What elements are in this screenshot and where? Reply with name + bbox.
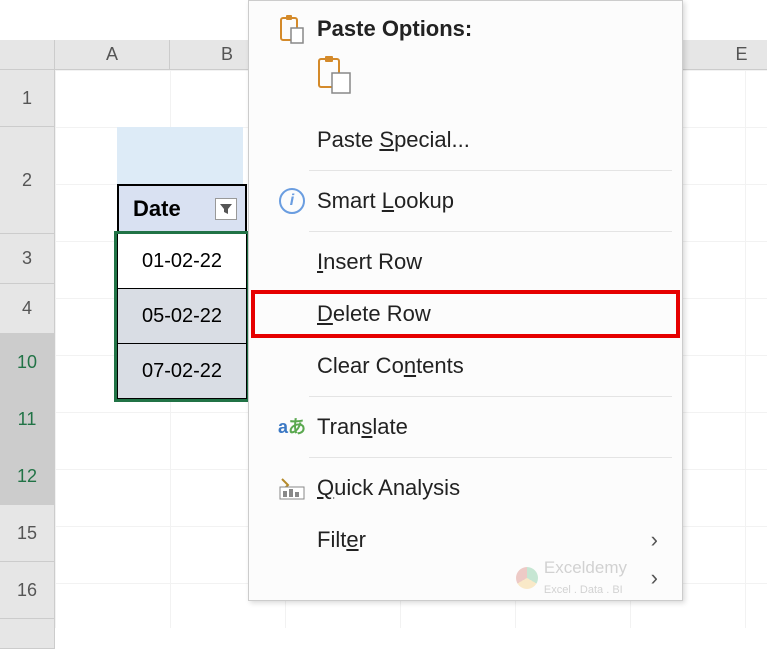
- menu-quick-analysis[interactable]: Quick Analysis: [249, 462, 682, 514]
- menu-label: Filter: [317, 527, 366, 553]
- table-row[interactable]: 07-02-22: [117, 344, 247, 399]
- row-header-1[interactable]: 1: [0, 70, 55, 127]
- table-header-label: Date: [133, 196, 181, 222]
- row-header-12[interactable]: 12: [0, 448, 55, 505]
- menu-smart-lookup[interactable]: Smart Lookup: [249, 175, 682, 227]
- row-header-16[interactable]: 16: [0, 562, 55, 619]
- col-header-e[interactable]: E: [682, 40, 767, 70]
- quick-analysis-icon: [267, 475, 317, 501]
- clipboard-icon: [267, 14, 317, 44]
- paste-options-label: Paste Options:: [317, 16, 472, 42]
- smart-lookup-icon: [267, 188, 317, 214]
- watermark-line1: Exceldemy: [544, 558, 627, 577]
- menu-delete-row[interactable]: Delete Row: [249, 288, 682, 340]
- select-all-corner[interactable]: [0, 40, 55, 70]
- context-menu: Paste Options: Paste Special... Smart Lo…: [248, 0, 683, 601]
- menu-separator: [309, 396, 672, 397]
- row-header-10[interactable]: 10: [0, 334, 55, 391]
- menu-label: Clear Contents: [317, 353, 464, 379]
- chevron-right-icon: ›: [651, 565, 658, 591]
- menu-label: Delete Row: [317, 301, 431, 327]
- menu-separator: [309, 457, 672, 458]
- row-header-next[interactable]: [0, 619, 55, 649]
- data-table: Date 01-02-22 05-02-22 07-02-22: [117, 184, 247, 399]
- row-header-3[interactable]: 3: [0, 234, 55, 284]
- watermark-line2: Excel . Data . BI: [544, 584, 623, 596]
- table-row[interactable]: 05-02-22: [117, 289, 247, 344]
- menu-label: Insert Row: [317, 249, 422, 275]
- menu-separator: [309, 170, 672, 171]
- menu-paste-special[interactable]: Paste Special...: [249, 114, 682, 166]
- menu-insert-row[interactable]: Insert Row: [249, 236, 682, 288]
- menu-separator: [309, 231, 672, 232]
- row-header-15[interactable]: 15: [0, 505, 55, 562]
- chevron-right-icon: ›: [651, 527, 658, 553]
- filter-dropdown-icon[interactable]: [215, 198, 237, 220]
- menu-translate[interactable]: aあ Translate: [249, 401, 682, 453]
- watermark-logo-icon: [516, 567, 538, 589]
- menu-label: Smart Lookup: [317, 188, 454, 214]
- menu-label: Translate: [317, 414, 408, 440]
- watermark: Exceldemy Excel . Data . BI: [516, 558, 627, 598]
- translate-icon: aあ: [267, 420, 317, 434]
- menu-label: Paste Special...: [317, 127, 470, 153]
- row-header-11[interactable]: 11: [0, 391, 55, 448]
- paste-option-button[interactable]: [249, 49, 682, 114]
- menu-label: Quick Analysis: [317, 475, 460, 501]
- row-header-column: 1 2 3 4 10 11 12 15 16: [0, 70, 55, 649]
- row-header-4[interactable]: 4: [0, 284, 55, 334]
- row-header-2[interactable]: 2: [0, 127, 55, 234]
- paste-options-header: Paste Options:: [249, 9, 682, 49]
- menu-clear-contents[interactable]: Clear Contents: [249, 340, 682, 392]
- table-header-date[interactable]: Date: [117, 184, 247, 234]
- table-row[interactable]: 01-02-22: [117, 234, 247, 289]
- col-header-a[interactable]: A: [55, 40, 170, 70]
